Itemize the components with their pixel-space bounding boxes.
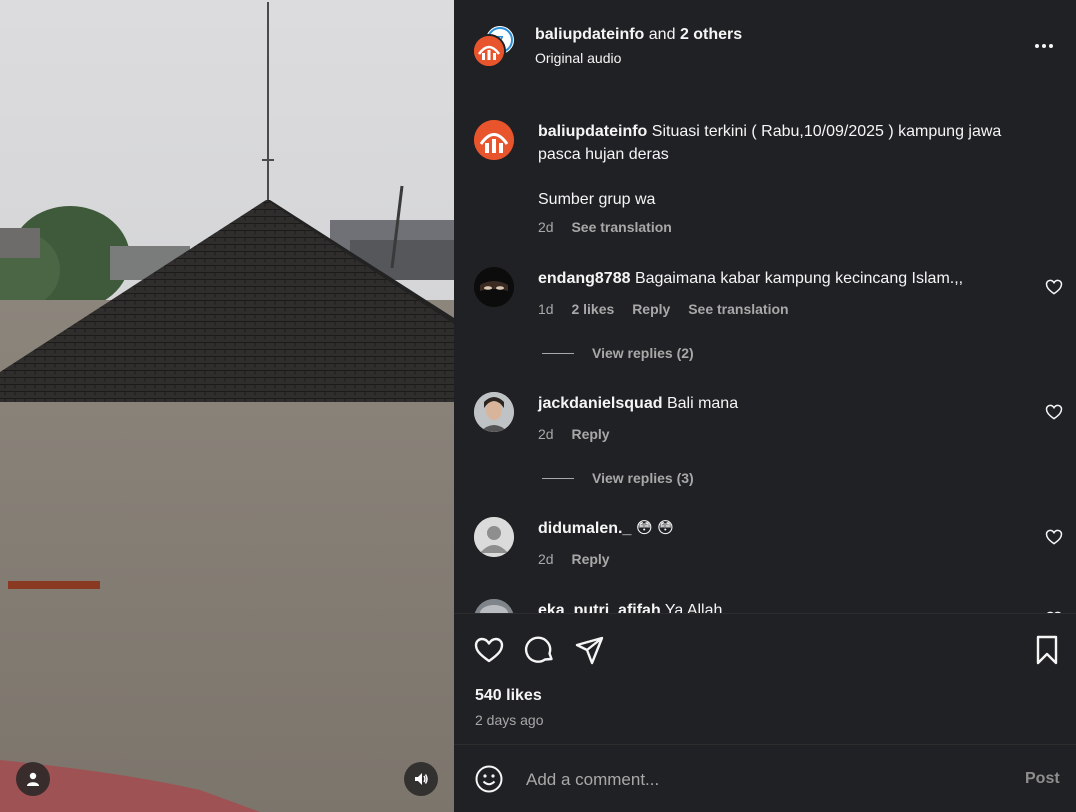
flood-video-frame — [0, 0, 454, 812]
commenter-avatar[interactable] — [474, 599, 514, 613]
view-replies-label: View replies (3) — [592, 470, 694, 486]
view-replies-button[interactable]: View replies (3) — [542, 470, 694, 486]
commenter-username[interactable]: endang8788 — [538, 270, 630, 287]
see-translation-button[interactable]: See translation — [571, 219, 671, 235]
comments-list[interactable]: baliupdateinfo Situasi terkini ( Rabu,10… — [454, 90, 1076, 613]
emoji-icon[interactable] — [474, 764, 504, 794]
see-translation-button[interactable]: See translation — [688, 301, 788, 317]
comment-meta: 1d 2 likes Reply See translation — [538, 301, 803, 317]
audio-toggle-button[interactable] — [404, 762, 438, 796]
caption-meta: 2d See translation — [538, 219, 686, 235]
reply-button[interactable]: Reply — [632, 301, 670, 317]
speaker-icon — [415, 773, 428, 785]
collaborators-link[interactable]: 2 others — [680, 26, 742, 43]
caption-body: baliupdateinfo Situasi terkini ( Rabu,10… — [538, 120, 1038, 211]
comment-time[interactable]: 2d — [538, 551, 554, 567]
more-options-button[interactable] — [1030, 34, 1058, 58]
tagged-users-button[interactable] — [16, 762, 50, 796]
comment-text: Bali mana — [666, 395, 739, 412]
bookmark-icon[interactable] — [1031, 634, 1063, 666]
comment-body: jackdanielsquad Bali mana — [538, 392, 1038, 415]
author-joiner: and — [648, 26, 676, 43]
commenter-avatar[interactable] — [474, 267, 514, 307]
likes-count[interactable]: 540 likes — [475, 687, 542, 705]
commenter-username[interactable]: eka_putri_afifah — [538, 602, 661, 613]
post-header: 7 baliupdateinfo and 2 others Original a… — [454, 0, 1076, 90]
commenter-avatar[interactable] — [474, 517, 514, 557]
caption-time[interactable]: 2d — [538, 219, 554, 235]
comment-likes[interactable]: 2 likes — [571, 301, 614, 317]
commenter-avatar[interactable] — [474, 392, 514, 432]
comment-text: Bagaimana kabar kampung kecincang Islam.… — [634, 270, 964, 287]
commenter-username[interactable]: jackdanielsquad — [538, 395, 663, 412]
comment-meta: 2d Reply — [538, 426, 624, 442]
heart-icon[interactable] — [1044, 277, 1064, 297]
comment-bubble-icon[interactable] — [524, 634, 556, 666]
comment-body: endang8788 Bagaimana kabar kampung kecin… — [538, 267, 1038, 290]
reply-button[interactable]: Reply — [571, 551, 609, 567]
comment-body: eka_putri_afifah Ya Allah — [538, 599, 1038, 613]
comment-text: 😳 😳 — [635, 520, 674, 537]
bali-update-logo-icon — [474, 36, 504, 66]
view-replies-label: View replies (2) — [592, 345, 694, 361]
avatar-image — [474, 392, 514, 432]
comment-composer: Post — [454, 744, 1076, 812]
author-avatar[interactable] — [472, 34, 506, 68]
audio-label[interactable]: Original audio — [535, 50, 621, 66]
post-comment-button[interactable]: Post — [1025, 770, 1060, 788]
person-icon — [27, 772, 39, 786]
share-send-icon[interactable] — [574, 634, 606, 666]
collab-avatars[interactable]: 7 — [472, 24, 518, 70]
avatar-image — [474, 267, 514, 307]
comment-body: didumalen._ 😳 😳 — [538, 517, 1038, 540]
comment-time[interactable]: 2d — [538, 426, 554, 442]
replies-divider — [542, 352, 574, 354]
caption-avatar[interactable] — [474, 120, 514, 160]
heart-icon[interactable] — [1044, 527, 1064, 547]
reply-button[interactable]: Reply — [571, 426, 609, 442]
view-replies-button[interactable]: View replies (2) — [542, 345, 694, 361]
caption-text-extra: Sumber grup wa — [538, 191, 656, 208]
post-actions: 540 likes 2 days ago — [454, 613, 1076, 754]
comment-text: Ya Allah — [664, 602, 723, 613]
bali-update-logo-icon — [474, 120, 514, 160]
replies-divider — [542, 477, 574, 479]
post-details-panel: 7 baliupdateinfo and 2 others Original a… — [454, 0, 1076, 812]
default-avatar-icon — [474, 517, 514, 557]
author-username[interactable]: baliupdateinfo — [535, 26, 644, 43]
heart-icon[interactable] — [1044, 402, 1064, 422]
caption-username[interactable]: baliupdateinfo — [538, 123, 647, 140]
like-heart-icon[interactable] — [473, 634, 505, 666]
commenter-username[interactable]: didumalen._ — [538, 520, 631, 537]
avatar-image — [474, 599, 514, 613]
post-media[interactable] — [0, 0, 454, 812]
more-horizontal-icon — [1035, 44, 1053, 48]
comment-time[interactable]: 1d — [538, 301, 554, 317]
post-author-line: baliupdateinfo and 2 others — [535, 26, 742, 44]
post-timestamp[interactable]: 2 days ago — [475, 712, 544, 728]
comment-input[interactable] — [524, 764, 988, 796]
comment-meta: 2d Reply — [538, 551, 624, 567]
